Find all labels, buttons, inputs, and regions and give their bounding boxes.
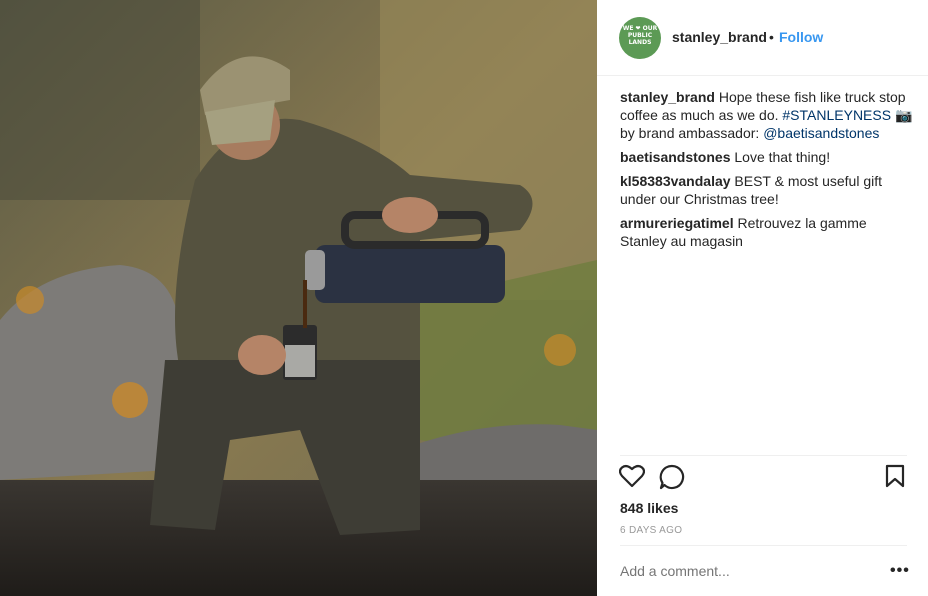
divider <box>620 455 907 456</box>
separator-dot: • <box>769 29 774 45</box>
post-side-panel: WE ❤ OUR PUBLIC LANDS stanley_brand • Fo… <box>597 0 928 596</box>
comment-username[interactable]: stanley_brand <box>620 89 715 105</box>
mention-link[interactable]: @baetisandstones <box>763 125 879 141</box>
post-header: WE ❤ OUR PUBLIC LANDS stanley_brand • Fo… <box>597 0 928 76</box>
caption-comment: stanley_brand Hope these fish like truck… <box>620 88 915 142</box>
comment-text: Love that thing! <box>734 149 831 165</box>
likes-count[interactable]: 848 likes <box>620 500 678 516</box>
list-item: baetisandstones Love that thing! <box>620 148 915 166</box>
follow-button[interactable]: Follow <box>779 29 823 45</box>
avatar[interactable]: WE ❤ OUR PUBLIC LANDS <box>619 17 661 59</box>
more-options-icon[interactable]: ••• <box>890 563 910 579</box>
camera-icon: 📷 <box>894 107 913 123</box>
list-item: kl58383vandalay BEST & most useful gift … <box>620 172 915 208</box>
caption-credit-text: by brand ambassador: <box>620 125 760 141</box>
bookmark-icon[interactable] <box>885 464 905 493</box>
heart-icon[interactable] <box>618 464 646 493</box>
comment-icon[interactable] <box>659 464 685 495</box>
avatar-logo-text: WE ❤ OUR PUBLIC LANDS <box>622 25 658 46</box>
post-actions-bar <box>618 464 909 495</box>
post-timestamp[interactable]: 6 DAYS AGO <box>620 525 682 536</box>
comment-username[interactable]: baetisandstones <box>620 149 730 165</box>
hashtag-link[interactable]: #STANLEYNESS <box>782 107 891 123</box>
post-author-username[interactable]: stanley_brand <box>672 29 767 45</box>
list-item: armureriegatimel Retrouvez la gamme Stan… <box>620 214 915 250</box>
photo-scene <box>0 0 597 596</box>
comment-username[interactable]: armureriegatimel <box>620 215 734 231</box>
comment-username[interactable]: kl58383vandalay <box>620 173 731 189</box>
divider <box>620 545 907 546</box>
add-comment-input[interactable] <box>620 563 875 579</box>
post-photo[interactable] <box>0 0 597 596</box>
comments-list: stanley_brand Hope these fish like truck… <box>620 88 915 256</box>
